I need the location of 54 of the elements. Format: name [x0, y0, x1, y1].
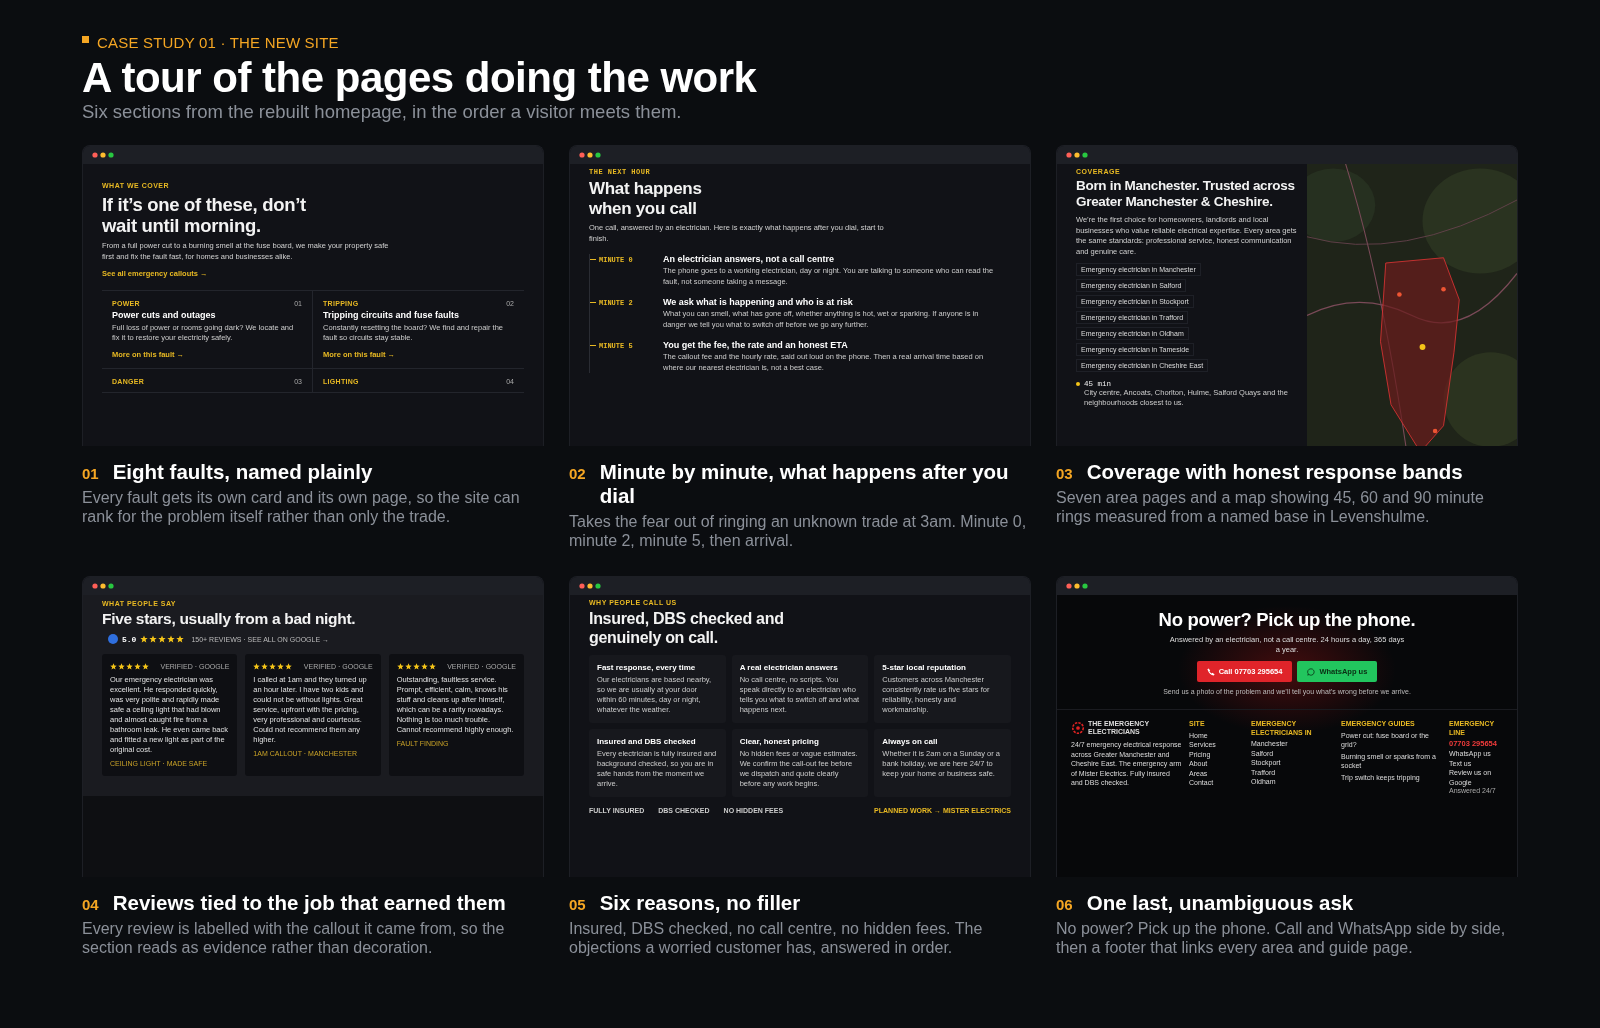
section-description: Insured, DBS checked, no call centre, no hidden fees. The objections a worried customer has, answered in order.	[569, 919, 984, 957]
section-title: Six reasons, no filler	[599, 891, 801, 915]
step-title: You get the fee, the rate and an honest ETA	[663, 340, 849, 350]
section-description: Seven area pages and a map showing 45, 60 and 90 minute rings measured from a named base in Levenshulme.	[1056, 488, 1485, 526]
section-heading: If it’s one of these, don’t wait until morning.	[102, 194, 307, 236]
square-icon	[82, 36, 89, 43]
section-description: Takes the fear out of ringing an unknown trade at 3am. Minute 0, minute 2, minute 5, then arrival.	[569, 512, 1028, 550]
reason-title: Clear, honest pricing	[739, 737, 820, 746]
section-description: No power? Pick up the phone. Call and WhatsApp side by side, then a footer that links every area and guide page.	[1056, 919, 1507, 957]
section-title: Reviews tied to the job that earned them	[112, 891, 506, 915]
section-title: Coverage with honest response bands	[1086, 460, 1463, 484]
section-heading: Five stars, usually from a bad night.	[102, 610, 357, 628]
window-controls-icon	[92, 152, 116, 158]
section-description: Every fault gets its own card and its own page, so the site can rank for the problem itself rather than only the trade.	[82, 488, 521, 526]
reason-title: Insured and DBS checked	[597, 737, 697, 746]
reason-title: 5-star local reputation	[882, 663, 967, 672]
reason-title: Fast response, every time	[597, 663, 697, 672]
section-description: Every review is labelled with the callout it came from, so the section reads as evidence rather than decoration.	[82, 919, 506, 957]
page-title: A tour of the pages doing the work	[82, 55, 758, 101]
section-number: 03	[1056, 465, 1073, 482]
section-title: Eight faults, named plainly	[112, 460, 373, 484]
section-heading: What happens when you call	[589, 179, 703, 219]
step-title: We ask what is happening and who is at risk	[663, 297, 854, 307]
section-number: 02	[569, 465, 586, 482]
section-heading: Born in Manchester. Trusted across Greater Manchester & Cheshire.	[1076, 178, 1296, 210]
dash-icon	[590, 259, 596, 260]
window-controls-icon	[579, 583, 603, 589]
reason-title: A real electrician answers	[739, 663, 839, 672]
window-controls-icon	[1066, 152, 1090, 158]
window-controls-icon	[579, 152, 603, 158]
section-number: 01	[82, 465, 99, 482]
section-title: One last, unambiguous ask	[1086, 891, 1354, 915]
window-controls-icon	[92, 583, 116, 589]
dash-icon	[590, 302, 596, 303]
section-title: Minute by minute, what happens after you dial	[599, 460, 1010, 508]
logo-icon	[1071, 721, 1085, 735]
phone-icon	[1206, 667, 1215, 676]
rating-score: 5.0	[122, 634, 137, 644]
step-title: An electrician answers, not a call centre	[663, 254, 836, 264]
section-heading: No power? Pick up the phone.	[1157, 609, 1417, 631]
rating-badge-icon	[108, 634, 118, 644]
reason-title: Always on call	[882, 737, 939, 746]
chat-bubble-icon	[1307, 667, 1316, 676]
dash-icon	[590, 345, 596, 346]
fault-title: Tripping circuits and fuse faults	[323, 310, 461, 320]
window-controls-icon	[1066, 583, 1090, 589]
section-number: 06	[1056, 896, 1073, 913]
page-subtitle: Six sections from the rebuilt homepage, in the order a visitor meets them.	[82, 101, 683, 123]
section-number: 04	[82, 896, 99, 913]
eyebrow: CASE STUDY 01 · THE NEW SITE	[97, 34, 339, 51]
section-number: 05	[569, 896, 586, 913]
fault-title: Power cuts and outages	[112, 310, 217, 320]
section-heading: Insured, DBS checked and genuinely on call.	[589, 609, 785, 647]
dot-icon	[1076, 382, 1080, 386]
